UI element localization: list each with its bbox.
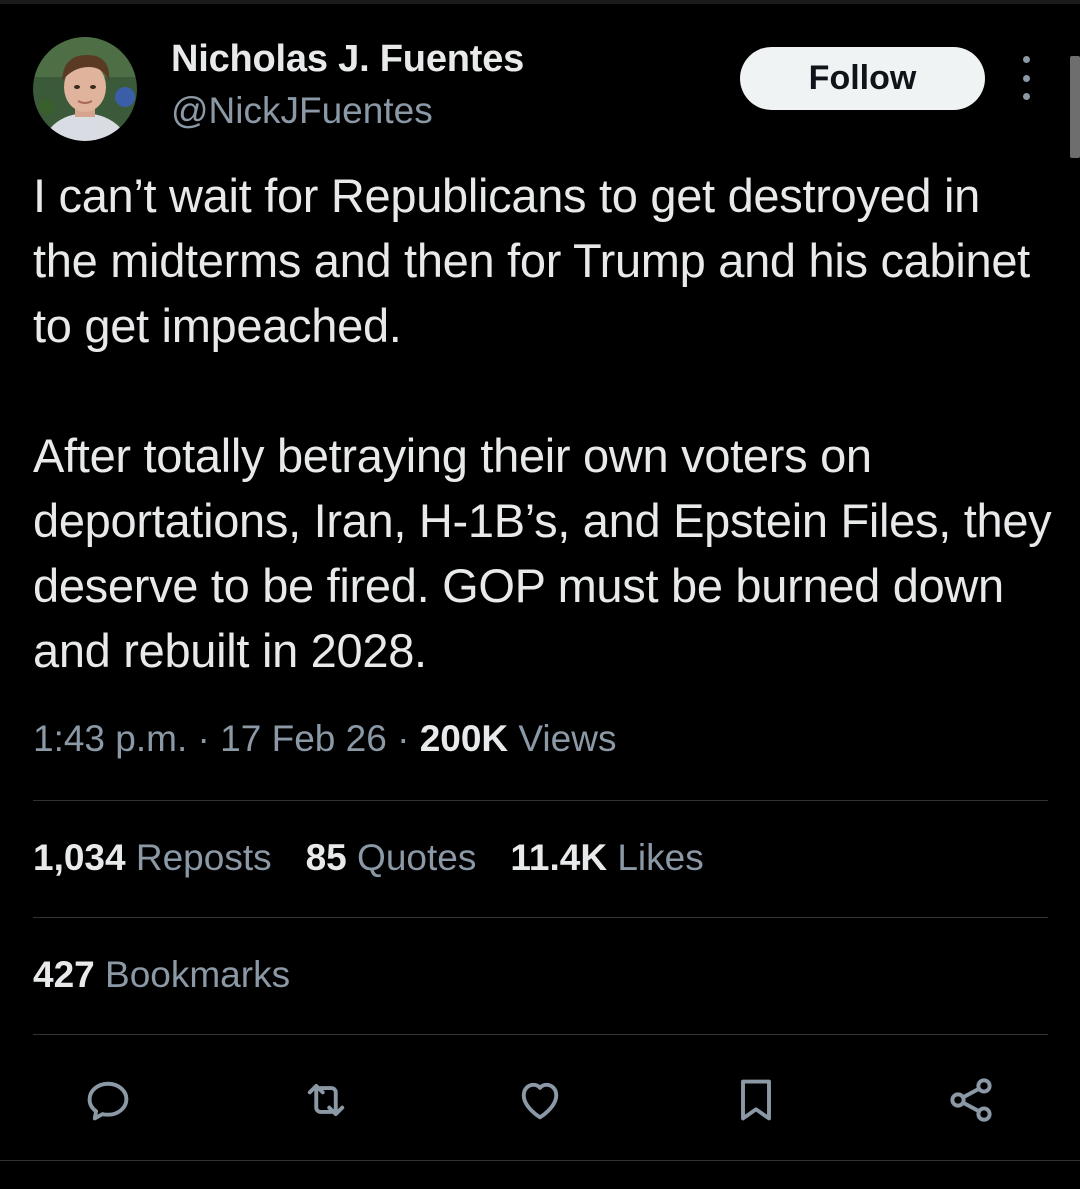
tweet-paragraph: I can’t wait for Republicans to get dest… xyxy=(33,169,1030,352)
display-name[interactable]: Nicholas J. Fuentes xyxy=(171,38,524,81)
bookmarks-count: 427 xyxy=(33,954,95,995)
bottom-divider xyxy=(0,1160,1080,1161)
quotes-stat[interactable]: 85 Quotes xyxy=(306,837,477,879)
avatar-image xyxy=(33,37,137,141)
like-button[interactable] xyxy=(512,1072,568,1128)
meta-separator: · xyxy=(386,718,420,759)
scrollbar[interactable] xyxy=(1070,56,1080,158)
tweet-text: I can’t wait for Republicans to get dest… xyxy=(33,163,1053,683)
bookmarks-label: Bookmarks xyxy=(94,954,291,995)
avatar[interactable] xyxy=(33,37,137,141)
divider xyxy=(33,1034,1048,1035)
reposts-count: 1,034 xyxy=(33,837,126,878)
more-options-icon[interactable] xyxy=(1010,56,1042,100)
divider xyxy=(33,800,1048,801)
reply-icon xyxy=(87,1081,129,1121)
repost-icon xyxy=(307,1083,345,1117)
divider xyxy=(33,917,1048,918)
engagement-stats: 1,034 Reposts 85 Quotes 11.4K Likes xyxy=(33,837,738,879)
quotes-count: 85 xyxy=(305,837,347,878)
user-handle[interactable]: @NickJFuentes xyxy=(171,90,433,132)
likes-count: 11.4K xyxy=(510,837,608,878)
reply-button[interactable] xyxy=(80,1072,136,1128)
likes-label: Likes xyxy=(607,837,704,878)
tweet-time[interactable]: 1:43 p.m. xyxy=(33,718,187,759)
repost-button[interactable] xyxy=(298,1072,354,1128)
quotes-label: Quotes xyxy=(346,837,477,878)
tweet-detail-view: Nicholas J. Fuentes @NickJFuentes Follow… xyxy=(0,0,1080,1189)
tweet-paragraph: After totally betraying their own voters… xyxy=(33,429,1052,677)
reposts-label: Reposts xyxy=(125,837,272,878)
share-icon xyxy=(950,1078,992,1122)
bookmark-icon xyxy=(741,1079,771,1121)
tweet-date[interactable]: 17 Feb 26 xyxy=(220,718,387,759)
reposts-stat[interactable]: 1,034 Reposts xyxy=(33,837,272,879)
likes-stat[interactable]: 11.4K Likes xyxy=(510,837,703,879)
meta-separator: · xyxy=(187,718,221,759)
share-button[interactable] xyxy=(943,1072,999,1128)
bookmarks-stat[interactable]: 427 Bookmarks xyxy=(33,954,290,996)
tweet-meta: 1:43 p.m. · 17 Feb 26 · 200K Views xyxy=(33,718,616,760)
like-icon xyxy=(521,1082,559,1120)
bookmark-button[interactable] xyxy=(728,1072,784,1128)
views-count: 200K xyxy=(419,718,509,759)
top-edge xyxy=(0,0,1080,4)
views-label: Views xyxy=(508,718,617,759)
follow-button[interactable]: Follow xyxy=(740,47,985,110)
